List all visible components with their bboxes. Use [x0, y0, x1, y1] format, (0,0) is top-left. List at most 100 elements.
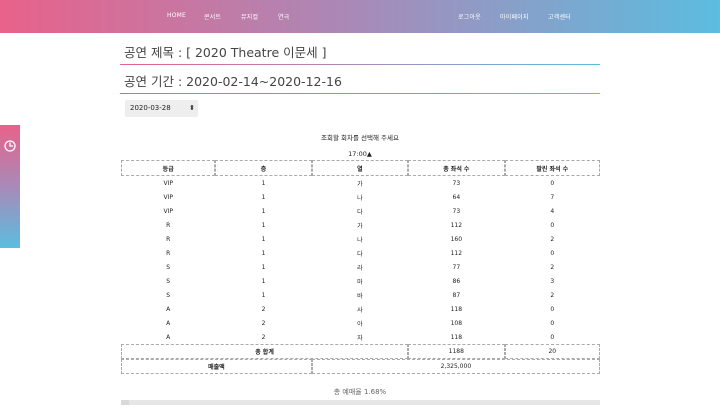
row-cell: 나 [357, 236, 363, 244]
row-cell: 마 [357, 278, 363, 286]
total-seats-cell: 73 [452, 207, 461, 215]
col-floor-header: 층 [215, 160, 312, 176]
floor-cell: 1 [261, 207, 266, 215]
sold-seats-cell: 0 [550, 333, 555, 341]
floor-cell: 1 [261, 235, 266, 243]
period-divider [120, 93, 600, 94]
floor-cell: 2 [261, 333, 266, 341]
floor-cell: 2 [261, 319, 266, 327]
revenue-value: 2,325,000 [311, 359, 600, 374]
grade-cell: R [166, 221, 171, 229]
grade-cell: S [166, 277, 171, 285]
sold-seats-cell: 3 [550, 277, 555, 285]
row-cell: 아 [357, 320, 363, 328]
col-grade-header: 등급 [121, 160, 216, 176]
col-sold-seats-header: 팔린 좌석 수 [504, 160, 600, 176]
floor-cell: 1 [261, 193, 266, 201]
grade-cell: A [166, 333, 171, 341]
grade-cell: R [166, 249, 171, 257]
row-cell: 사 [357, 306, 363, 314]
row-cell: 가 [357, 180, 363, 188]
performance-period: 공연 기간 : 2020-02-14~2020-12-16 [124, 74, 342, 89]
total-sold: 20 [504, 344, 600, 359]
table-row: VIP 1 가 73 0 [121, 176, 600, 190]
total-seats-cell: 73 [452, 179, 461, 187]
showtime-toggle[interactable]: 17:00▲ [0, 150, 720, 158]
nav-musical[interactable]: 뮤지컬 [241, 12, 258, 21]
performance-title: 공연 제목 : [ 2020 Theatre 이문세 ] [124, 45, 327, 60]
sold-seats-cell: 4 [550, 207, 555, 215]
table-row: A 2 자 118 0 [121, 330, 600, 344]
revenue-row: 매출액 2,325,000 [121, 359, 600, 374]
total-seats-cell: 118 [450, 305, 463, 313]
floor-cell: 2 [261, 305, 266, 313]
table-row: A 2 아 108 0 [121, 316, 600, 330]
total-seats-cell: 112 [450, 221, 463, 229]
sold-seats-cell: 0 [550, 249, 555, 257]
floor-cell: 1 [261, 263, 266, 271]
row-cell: 가 [357, 222, 363, 230]
col-row-header: 열 [311, 160, 409, 176]
floor-cell: 1 [261, 221, 266, 229]
sold-seats-cell: 0 [550, 221, 555, 229]
row-cell: 다 [357, 208, 363, 216]
reservation-rate: 총 예매율 1.68% [333, 388, 387, 396]
grade-cell: S [166, 291, 171, 299]
sold-seats-cell: 2 [550, 291, 555, 299]
nav-theater[interactable]: 연극 [278, 12, 289, 21]
grade-cell: R [166, 235, 171, 243]
revenue-label: 매출액 [121, 359, 312, 374]
table-row: S 1 바 87 2 [121, 288, 600, 302]
side-history-tab[interactable] [0, 125, 20, 248]
sold-seats-cell: 2 [550, 263, 555, 271]
total-label: 총 합계 [121, 344, 409, 359]
grade-cell: VIP [163, 207, 173, 215]
seat-status-table: 등급 층 열 총 좌석 수 팔린 좌석 수 VIP 1 가 73 0 VIP 1 나 64 7 VI… [121, 160, 600, 374]
table-row: R 1 가 112 0 [121, 218, 600, 232]
sold-seats-cell: 7 [550, 193, 555, 201]
total-seats-cell: 118 [450, 333, 463, 341]
total-seats: 1188 [408, 344, 505, 359]
row-cell: 자 [357, 334, 363, 342]
grade-cell: VIP [163, 179, 173, 187]
floor-cell: 1 [261, 179, 266, 187]
row-cell: 바 [357, 292, 363, 300]
total-seats-cell: 77 [452, 263, 461, 271]
floor-cell: 1 [261, 291, 266, 299]
grade-cell: A [166, 319, 171, 327]
nav-support[interactable]: 고객센터 [548, 12, 571, 21]
reservation-progress-bar [121, 400, 600, 405]
table-header-row: 등급 층 열 총 좌석 수 팔린 좌석 수 [121, 160, 600, 176]
grade-cell: VIP [163, 193, 173, 201]
row-cell: 라 [357, 264, 363, 272]
total-seats-cell: 87 [452, 291, 461, 299]
sold-seats-cell: 2 [550, 235, 555, 243]
table-row: VIP 1 다 73 4 [121, 204, 600, 218]
total-row: 총 합계 1188 20 [121, 344, 600, 359]
table-row: VIP 1 나 64 7 [121, 190, 600, 204]
table-row: R 1 다 112 0 [121, 246, 600, 260]
nav-mypage[interactable]: 마이페이지 [500, 12, 529, 21]
total-seats-cell: 86 [452, 277, 461, 285]
table-row: A 2 사 118 0 [121, 302, 600, 316]
col-total-seats-header: 총 좌석 수 [408, 160, 505, 176]
floor-cell: 1 [261, 249, 266, 257]
table-row: S 1 마 86 3 [121, 274, 600, 288]
grade-cell: A [166, 305, 171, 313]
nav-concert[interactable]: 콘서트 [204, 12, 221, 21]
row-cell: 다 [357, 250, 363, 258]
grade-cell: S [166, 263, 171, 271]
floor-cell: 1 [261, 277, 266, 285]
total-seats-cell: 64 [452, 193, 461, 201]
total-seats-cell: 160 [450, 235, 463, 243]
select-arrows-icon: ⬍ [189, 104, 195, 112]
sold-seats-cell: 0 [550, 319, 555, 327]
nav-home[interactable]: HOME [167, 12, 186, 19]
date-select[interactable]: 2020-03-28 ⬍ [125, 100, 198, 117]
reservation-progress-fill [121, 400, 130, 405]
date-select-value: 2020-03-28 [130, 104, 171, 112]
sold-seats-cell: 0 [550, 305, 555, 313]
nav-logout[interactable]: 로그아웃 [458, 12, 481, 21]
row-cell: 나 [357, 194, 363, 202]
table-row: S 1 라 77 2 [121, 260, 600, 274]
